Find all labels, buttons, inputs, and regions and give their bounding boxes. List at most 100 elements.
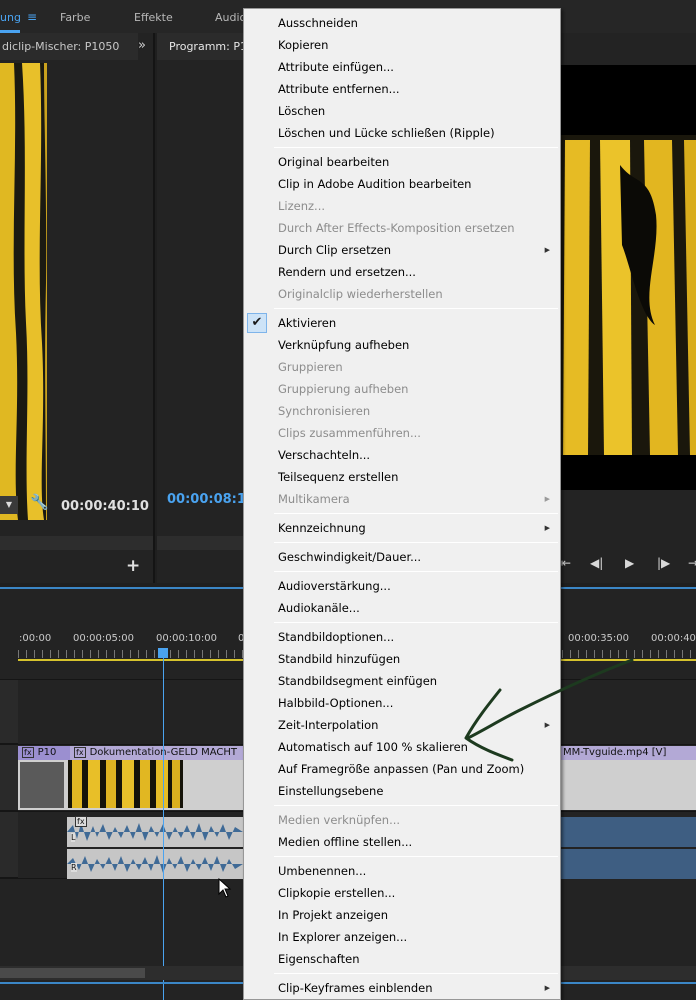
workspace-menu-icon[interactable]: ≡ [27, 10, 37, 24]
menu-item-delete[interactable]: Löschen [244, 100, 560, 122]
add-button[interactable]: + [126, 556, 140, 576]
step-back-icon[interactable]: ⇤ [561, 556, 571, 570]
menu-item-add-frame-hold[interactable]: Standbild hinzufügen [244, 648, 560, 670]
scrollbar-thumb[interactable] [0, 968, 145, 978]
panel-overflow-icon[interactable]: » [138, 38, 146, 53]
menu-item-paste-attributes[interactable]: Attribute einfügen... [244, 56, 560, 78]
audio-clip-mixer-panel: diclip-Mischer: P1050 » ▼ 🔧 00:00:40:10 … [0, 33, 155, 583]
workspace-tab-editing[interactable]: ung [0, 11, 21, 24]
audio-clip-right-a2[interactable] [561, 849, 696, 879]
menu-item-enable[interactable]: ✔ Aktivieren [244, 312, 560, 334]
clip-context-menu: Ausschneiden Kopieren Attribute einfügen… [243, 8, 561, 1000]
video-clip[interactable] [18, 760, 243, 810]
tab-audio-clip-mixer[interactable]: diclip-Mischer: P1050 [0, 33, 138, 60]
menu-item-adjustment-layer[interactable]: Einstellungsebene [244, 780, 560, 802]
menu-item-remove-attributes[interactable]: Attribute entfernen... [244, 78, 560, 100]
menu-item-ungroup: Gruppierung aufheben [278, 382, 409, 396]
menu-item-make-offline[interactable]: Medien offline stellen... [244, 831, 560, 853]
menu-item-cut[interactable]: Ausschneiden [244, 12, 560, 34]
audio-clip-right-channel[interactable] [67, 849, 243, 879]
menu-item-synchronize: Synchronisieren [278, 404, 371, 418]
program-scrollbar[interactable] [157, 536, 247, 550]
menu-separator [274, 973, 558, 974]
tab-program-monitor[interactable]: Programm: P10 [157, 33, 245, 60]
menu-item-unlink[interactable]: Verknüpfung aufheben [244, 334, 560, 356]
workspace-tab-audio[interactable]: Audio [215, 11, 246, 24]
menu-item-merge-clips: Clips zusammenführen... [278, 426, 421, 440]
menu-item-label[interactable]: Kennzeichnung ▶ [244, 517, 560, 539]
clip-v1-title: P10 [37, 747, 57, 758]
ruler-label: :00:00 [19, 633, 52, 644]
menu-separator [274, 571, 558, 572]
menu-item-scale-to-frame-size[interactable]: Automatisch auf 100 % skalieren [244, 736, 560, 758]
play-icon[interactable]: ▶ [625, 556, 634, 570]
wrench-icon[interactable]: 🔧 [30, 493, 49, 511]
menu-item-properties[interactable]: Eigenschaften [244, 948, 560, 970]
ruler-label: 00:00:35:00 [568, 633, 630, 644]
menu-item-make-subclip[interactable]: Clipkopie erstellen... [244, 882, 560, 904]
audio-right-label: R [71, 863, 77, 872]
clip-thumbnail-building [20, 762, 64, 808]
fx-badge: fx [75, 816, 87, 827]
menu-item-link-media: Medien verknüpfen... [278, 813, 401, 827]
menu-item-replace-with-clip[interactable]: Durch Clip ersetzen ▶ [244, 239, 560, 261]
clip-thumbnail [68, 760, 183, 808]
audio-clip-right-a1[interactable] [561, 817, 696, 847]
track-header[interactable] [0, 745, 18, 811]
clip-v2-header[interactable]: fx Dokumentation-GELD MACHT [70, 746, 243, 760]
menu-item-time-interpolation[interactable]: Zeit-Interpolation ▶ [244, 714, 560, 736]
audio-clip-left-channel[interactable] [67, 817, 243, 847]
clip-right-title[interactable]: MM-Tvguide.mp4 [V] [561, 746, 696, 760]
menu-separator [274, 542, 558, 543]
menu-item-group: Gruppieren [278, 360, 343, 374]
menu-separator [274, 147, 558, 148]
menu-separator [274, 622, 558, 623]
menu-item-show-clip-keyframes[interactable]: Clip-Keyframes einblenden ▶ [244, 977, 560, 999]
menu-item-multicamera: Multikamera ▶ [244, 488, 560, 510]
step-frame-back-icon[interactable]: ◀| [590, 556, 603, 570]
menu-item-edit-in-audition[interactable]: Clip in Adobe Audition bearbeiten [244, 173, 560, 195]
menu-item-audio-gain[interactable]: Audioverstärkung... [244, 575, 560, 597]
track-header[interactable] [0, 812, 18, 878]
menu-item-nest[interactable]: Verschachteln... [244, 444, 560, 466]
menu-item-reveal-in-explorer[interactable]: In Explorer anzeigen... [244, 926, 560, 948]
menu-separator [274, 856, 558, 857]
menu-item-ripple-delete[interactable]: Löschen und Lücke schließen (Ripple) [244, 122, 560, 144]
menu-item-render-and-replace[interactable]: Rendern und ersetzen... [244, 261, 560, 283]
fx-badge: fx [74, 747, 86, 758]
source-scrollbar[interactable] [0, 536, 153, 550]
menu-item-insert-frame-hold-segment[interactable]: Standbildsegment einfügen [244, 670, 560, 692]
step-frame-forward-icon[interactable]: |▶ [657, 556, 670, 570]
menu-item-reveal-in-project[interactable]: In Projekt anzeigen [244, 904, 560, 926]
step-forward-icon[interactable]: → [688, 556, 696, 570]
track-header[interactable] [0, 679, 18, 744]
menu-item-rename[interactable]: Umbenennen... [244, 860, 560, 882]
menu-item-set-to-frame-size[interactable]: Auf Framegröße anpassen (Pan und Zoom) [244, 758, 560, 780]
workspace-tab-effects[interactable]: Effekte [134, 11, 173, 24]
clip-v1-header[interactable]: fx P10 [18, 746, 70, 760]
video-clip-right[interactable] [561, 760, 696, 810]
chevron-down-icon[interactable]: ▼ [0, 496, 18, 514]
submenu-arrow-icon: ▶ [544, 984, 550, 992]
menu-item-frame-hold-options[interactable]: Standbildoptionen... [244, 626, 560, 648]
submenu-arrow-icon: ▶ [544, 246, 550, 254]
menu-item-license: Lizenz... [278, 199, 326, 213]
menu-item-field-options[interactable]: Halbbild-Optionen... [244, 692, 560, 714]
workspace-tab-color[interactable]: Farbe [60, 11, 90, 24]
menu-item-audio-channels[interactable]: Audiokanäle... [244, 597, 560, 619]
menu-item-speed-duration[interactable]: Geschwindigkeit/Dauer... [244, 546, 560, 568]
source-timecode[interactable]: 00:00:40:10 [61, 499, 149, 514]
playhead-line[interactable] [163, 651, 164, 1000]
source-video-frame [0, 63, 47, 520]
menu-item-edit-original[interactable]: Original bearbeiten [244, 151, 560, 173]
audio-left-label: L [71, 833, 76, 842]
program-timecode[interactable]: 00:00:08:19 [167, 492, 255, 507]
menu-item-make-subsequence[interactable]: Teilsequenz erstellen [244, 466, 560, 488]
menu-item-restore-unrendered: Originalclip wiederherstellen [278, 287, 443, 301]
mouse-cursor-icon [218, 878, 232, 898]
submenu-arrow-icon: ▶ [544, 524, 550, 532]
menu-item-copy[interactable]: Kopieren [244, 34, 560, 56]
program-video-frame [560, 65, 696, 490]
ruler-label: 00:00:40 [651, 633, 696, 644]
ruler-label: 00:00:10:00 [156, 633, 218, 644]
